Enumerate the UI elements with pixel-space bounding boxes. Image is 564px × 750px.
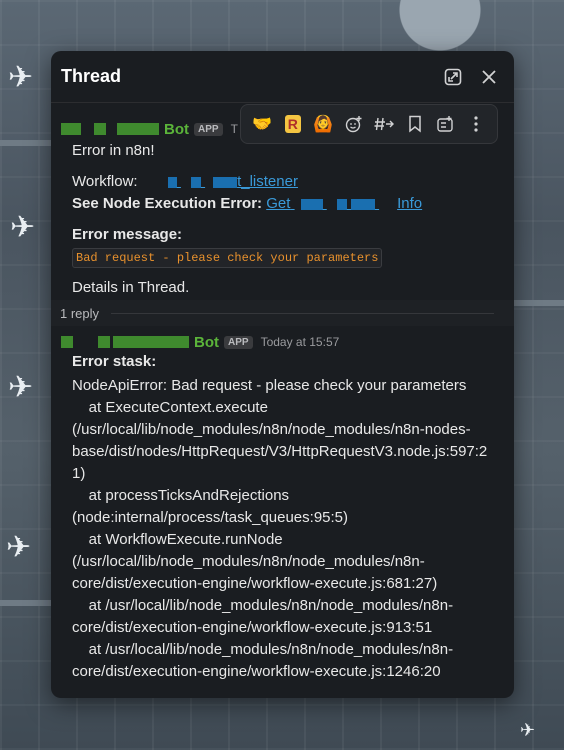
error-message-code-wrap: Bad request - please check your paramete… <box>72 248 383 268</box>
details-text: Details in Thread. <box>72 279 190 296</box>
stack-trace-line: core/dist/execution-engine/workflow-exec… <box>72 663 441 680</box>
workflow-link-text: t_listener <box>237 173 298 190</box>
node-error-link-text: Get <box>266 195 291 212</box>
airplane-icon: ✈ <box>8 61 34 94</box>
stack-trace-line: at /usr/local/lib/node_modules/n8n/node_… <box>72 597 454 614</box>
add-list-icon <box>437 116 453 132</box>
stack-trace-line: (/usr/local/lib/node_modules/n8n/node_mo… <box>72 553 425 570</box>
person-emoji-icon: 🙆 <box>313 116 334 133</box>
add-reaction-button[interactable] <box>341 111 367 137</box>
thread-title: Thread <box>61 66 122 86</box>
airplane-icon: ✈ <box>8 371 34 404</box>
bookmark-icon <box>409 115 421 133</box>
bot-avatar-redacted <box>61 123 162 135</box>
add-reaction-icon <box>345 116 362 133</box>
app-badge: APP <box>224 335 253 349</box>
stack-trace-line: 1) <box>72 465 86 482</box>
node-error-line: See Node Execution Error: Get Info <box>72 195 422 212</box>
stack-heading: Error stask: <box>72 353 157 370</box>
stack-trace-line: base/dist/nodes/HttpRequest/V3/HttpReque… <box>72 443 488 460</box>
r-logo-icon: R <box>284 115 301 133</box>
message-timestamp[interactable]: T <box>231 122 238 136</box>
redacted-text <box>167 176 177 188</box>
reply-message: Bot APP Today at 15:57 Error stask: Node… <box>51 326 514 698</box>
error-message-code: Bad request - please check your paramete… <box>72 248 383 268</box>
person-emoji-button[interactable]: 🙆 <box>310 111 336 137</box>
redacted-text <box>213 176 238 188</box>
error-message-label: Error message: <box>72 226 183 243</box>
redacted-text <box>190 176 201 188</box>
airplane-icon: ✈ <box>520 720 536 740</box>
stack-trace-line: at processTicksAndRejections <box>72 487 290 504</box>
message-actions-toolbar: 🤝 R 🙆 <box>240 104 498 144</box>
bookmark-button[interactable] <box>402 111 428 137</box>
workflow-link[interactable]: t_listener <box>167 173 298 190</box>
workflow-label: Workflow: <box>72 173 138 190</box>
message-header: Bot APP T <box>61 118 238 140</box>
close-icon <box>482 69 496 84</box>
message-timestamp[interactable]: Today at 15:57 <box>261 335 340 349</box>
handshake-emoji-button[interactable]: 🤝 <box>249 111 275 137</box>
open-in-window-button[interactable] <box>438 62 468 92</box>
redacted-text <box>350 198 375 210</box>
open-in-window-icon <box>444 68 462 85</box>
stack-trace-line: at /usr/local/lib/node_modules/n8n/node_… <box>72 641 454 658</box>
app-badge: APP <box>194 122 223 136</box>
more-actions-button[interactable] <box>463 111 489 137</box>
airplane-icon: ✈ <box>10 211 36 244</box>
redacted-text <box>336 198 347 210</box>
node-error-link[interactable]: Get Info <box>266 195 422 212</box>
replies-divider: 1 reply <box>51 300 514 326</box>
stack-trace: NodeApiError: Bad request - please check… <box>72 375 487 683</box>
workflow-line: Workflow: t_listener <box>72 173 298 190</box>
error-title: Error in n8n! <box>72 142 155 159</box>
add-to-list-button[interactable] <box>432 111 458 137</box>
node-error-label: See Node Execution Error: <box>72 195 263 212</box>
more-icon <box>474 116 478 132</box>
stack-trace-line: at WorkflowExecute.runNode <box>72 531 283 548</box>
divider-line <box>111 312 494 314</box>
runway-strip <box>0 140 52 146</box>
author-name[interactable]: Bot <box>194 334 219 351</box>
author-name[interactable]: Bot <box>164 121 189 138</box>
stack-trace-line: core/dist/execution-engine/workflow-exec… <box>72 619 433 636</box>
node-error-link-suffix: Info <box>397 195 423 212</box>
reply-in-channel-button[interactable] <box>371 111 397 137</box>
hashtag-arrow-icon <box>374 117 395 131</box>
message-header: Bot APP Today at 15:57 <box>61 331 339 353</box>
stack-trace-line: (/usr/local/lib/node_modules/n8n/node_mo… <box>72 421 471 438</box>
close-button[interactable] <box>474 62 504 92</box>
r-logo-emoji-button[interactable]: R <box>280 111 306 137</box>
redacted-text <box>300 198 323 210</box>
handshake-emoji-icon: 🤝 <box>252 116 273 133</box>
stack-trace-line: at ExecuteContext.execute <box>72 399 268 416</box>
airplane-icon: ✈ <box>6 531 32 564</box>
runway-strip <box>514 300 564 306</box>
bot-avatar-redacted <box>61 336 192 348</box>
thread-header: Thread <box>51 51 514 103</box>
stack-trace-line: NodeApiError: Bad request - please check… <box>72 377 467 394</box>
thread-panel: Thread 🤝 R 🙆 Bot APP T Error in n8n! Wor… <box>51 51 514 698</box>
runway-strip <box>0 600 52 606</box>
stack-trace-line: core/dist/execution-engine/workflow-exec… <box>72 575 438 592</box>
stack-trace-line: (node:internal/process/task_queues:95:5) <box>72 509 349 526</box>
reply-count: 1 reply <box>60 305 100 321</box>
